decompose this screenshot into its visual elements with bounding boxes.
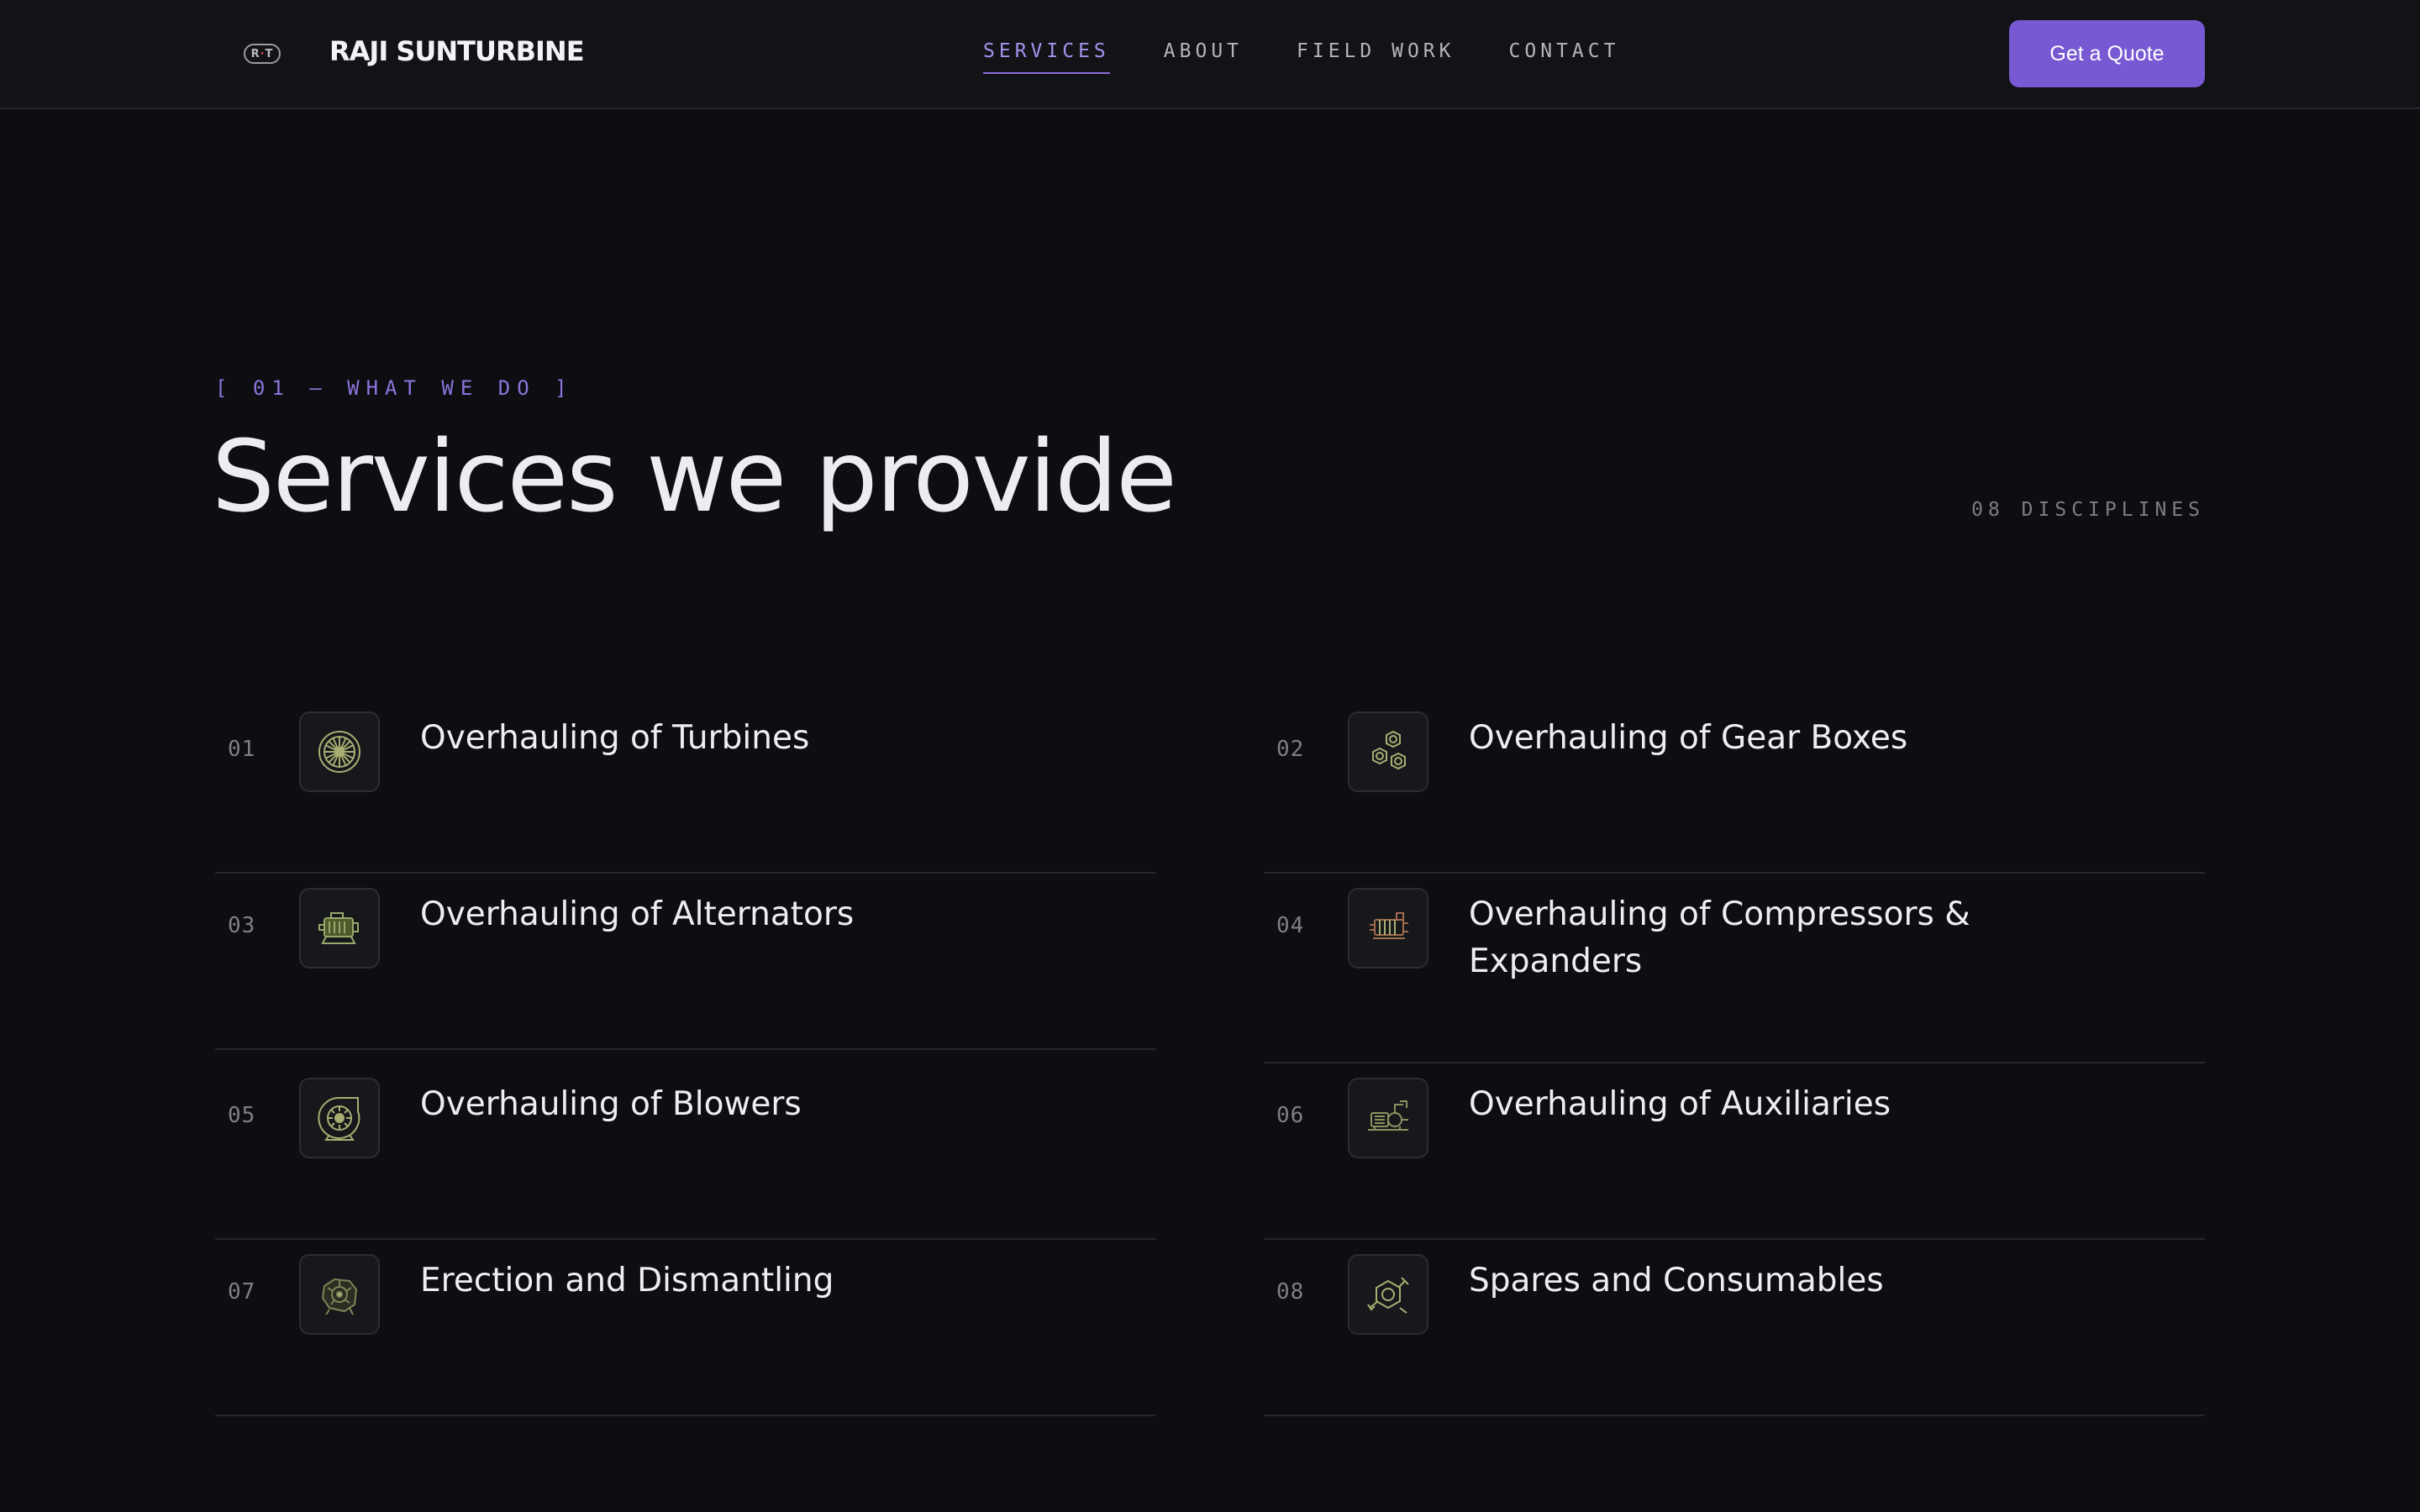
disciplines-count: 08 DISCIPLINES (1971, 499, 2205, 521)
logo-letter-r: R (250, 47, 260, 60)
nav-item-field-work[interactable]: FIELD WORK (1297, 40, 1455, 74)
service-item-spares-consumables[interactable]: 08 Spares and Consumables (1264, 1240, 2205, 1416)
compressor-icon (1348, 888, 1428, 969)
service-title: Erection and Dismantling (420, 1262, 834, 1299)
service-title: Overhauling of Gear Boxes (1469, 719, 1908, 757)
turbine-icon (299, 711, 380, 792)
service-number: 01 (228, 737, 256, 762)
gears-icon (1348, 711, 1428, 792)
logo-letter-t: T (265, 47, 274, 60)
service-number: 04 (1276, 913, 1305, 938)
service-number: 06 (1276, 1103, 1305, 1128)
nav-item-about[interactable]: ABOUT (1164, 40, 1243, 74)
service-item-gear-boxes[interactable]: 02 Overhauling of Gear Boxes (1264, 697, 2205, 874)
brand-name[interactable]: RAJI SUNTURBINE (329, 35, 585, 67)
service-title: Overhauling of Compressors & Expanders (1469, 895, 1970, 980)
service-number: 03 (228, 913, 256, 938)
service-item-blowers[interactable]: 05 Overhauling of Blowers (215, 1063, 1156, 1240)
service-item-auxiliaries[interactable]: 06 Overhauling of Auxiliaries (1264, 1063, 2205, 1240)
service-number: 02 (1276, 737, 1305, 762)
get-quote-button[interactable]: Get a Quote (2009, 20, 2205, 87)
service-number: 08 (1276, 1279, 1305, 1305)
blower-icon (299, 1078, 380, 1158)
service-title: Overhauling of Alternators (420, 895, 855, 933)
main-nav: SERVICES ABOUT FIELD WORK CONTACT (983, 40, 1619, 74)
engine-icon (299, 1254, 380, 1335)
service-number: 05 (228, 1103, 256, 1128)
nav-item-contact[interactable]: CONTACT (1509, 40, 1620, 74)
service-item-turbines[interactable]: 01 Overhauling of Turbines (215, 697, 1156, 874)
section-eyebrow: [ 01 — WHAT WE DO ] (215, 376, 574, 400)
nav-item-services[interactable]: SERVICES (983, 40, 1110, 74)
service-item-erection-dismantling[interactable]: 07 Erection and Dismantling (215, 1240, 1156, 1416)
logo-icon[interactable]: R · T (244, 44, 281, 64)
service-title: Overhauling of Auxiliaries (1469, 1085, 1891, 1123)
service-item-compressors-expanders[interactable]: 04 Overhauling of Compressors & Expander… (1264, 874, 2205, 1063)
alternator-icon (299, 888, 380, 969)
page-title: Services we provide (212, 418, 1177, 534)
services-list: 01 Overhauling of Turbines 02 Overhaulin (215, 697, 2205, 1416)
service-title: Overhauling of Turbines (420, 719, 810, 757)
service-title: Spares and Consumables (1469, 1262, 1884, 1299)
service-number: 07 (228, 1279, 256, 1305)
service-title: Overhauling of Blowers (420, 1085, 802, 1123)
pump-icon (1348, 1078, 1428, 1158)
service-item-alternators[interactable]: 03 Overhauling of Alternators (215, 874, 1156, 1050)
site-header: R · T RAJI SUNTURBINE SERVICES ABOUT FIELD… (0, 0, 2420, 109)
nut-wrench-icon (1348, 1254, 1428, 1335)
